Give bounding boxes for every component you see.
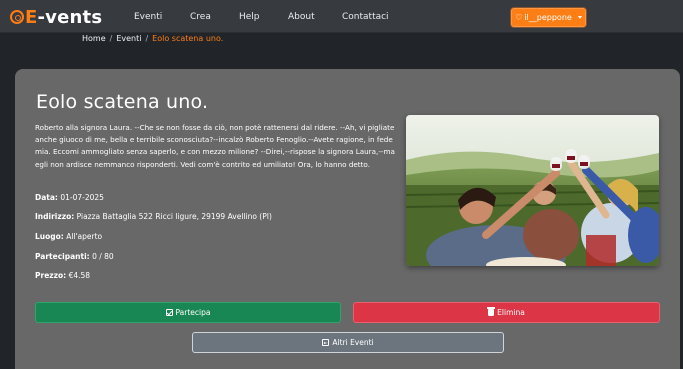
shield-heart-icon: ♡: [515, 13, 523, 22]
breadcrumb: Home / Eventi / Eolo scatena uno.: [82, 34, 223, 43]
participate-button[interactable]: Partecipa: [35, 302, 341, 323]
event-price: Prezzo: €4.58: [35, 271, 90, 280]
event-title: Eolo scatena uno.: [36, 91, 209, 113]
breadcrumb-separator: /: [145, 34, 149, 43]
trash-icon: [487, 307, 496, 316]
field-value: Piazza Battaglia 522 Ricci ligure, 29199…: [76, 212, 272, 221]
more-events-button[interactable]: Altri Eventi: [192, 332, 504, 353]
user-menu-button[interactable]: ♡ il__peppone: [511, 8, 586, 27]
field-value: All'aperto: [66, 232, 103, 241]
nav-item-help[interactable]: Help: [239, 12, 260, 22]
nav-item-about[interactable]: About: [288, 12, 315, 22]
breadcrumb-current: Eolo scatena uno.: [152, 34, 224, 43]
check-square-icon: [165, 309, 173, 316]
nav-item-contattaci[interactable]: Contattaci: [342, 12, 389, 22]
breadcrumb-events[interactable]: Eventi: [116, 34, 141, 43]
event-description: Roberto alla signora Laura. --Che se non…: [35, 123, 395, 169]
event-place: Luogo: All'aperto: [35, 232, 102, 241]
nav-item-crea[interactable]: Crea: [190, 12, 211, 22]
field-label: Partecipanti:: [35, 252, 90, 261]
breadcrumb-separator: /: [109, 34, 113, 43]
event-photo: [406, 115, 659, 266]
event-card: Eolo scatena uno. Roberto alla signora L…: [15, 69, 680, 369]
user-name: il__peppone: [524, 13, 572, 22]
event-date: Data: 01-07-2025: [35, 193, 104, 202]
participate-label: Partecipa: [175, 308, 211, 317]
breadcrumb-home[interactable]: Home: [82, 34, 106, 43]
box-arrow-icon: [322, 339, 330, 346]
logo-ring-icon: [10, 10, 24, 24]
field-value: €4.58: [68, 271, 91, 280]
event-address: Indirizzo: Piazza Battaglia 522 Ricci li…: [35, 212, 272, 221]
field-label: Prezzo:: [35, 271, 67, 280]
brand-logo[interactable]: E-vents: [10, 5, 102, 29]
navbar: E-vents Eventi Crea Help About Contattac…: [0, 0, 683, 33]
field-label: Data:: [35, 193, 58, 202]
field-value: 01-07-2025: [60, 193, 104, 202]
field-value: 0 / 80: [92, 252, 114, 261]
field-label: Indirizzo:: [35, 212, 75, 221]
delete-button[interactable]: Elimina: [353, 302, 660, 323]
brand-name: E-vents: [25, 6, 103, 28]
delete-label: Elimina: [497, 308, 525, 317]
more-events-label: Altri Eventi: [332, 338, 374, 347]
field-label: Luogo:: [35, 232, 64, 241]
event-photo-illustration: [406, 115, 659, 266]
event-participants: Partecipanti: 0 / 80: [35, 252, 114, 261]
caret-down-icon: [577, 16, 582, 19]
nav-item-eventi[interactable]: Eventi: [134, 12, 162, 22]
